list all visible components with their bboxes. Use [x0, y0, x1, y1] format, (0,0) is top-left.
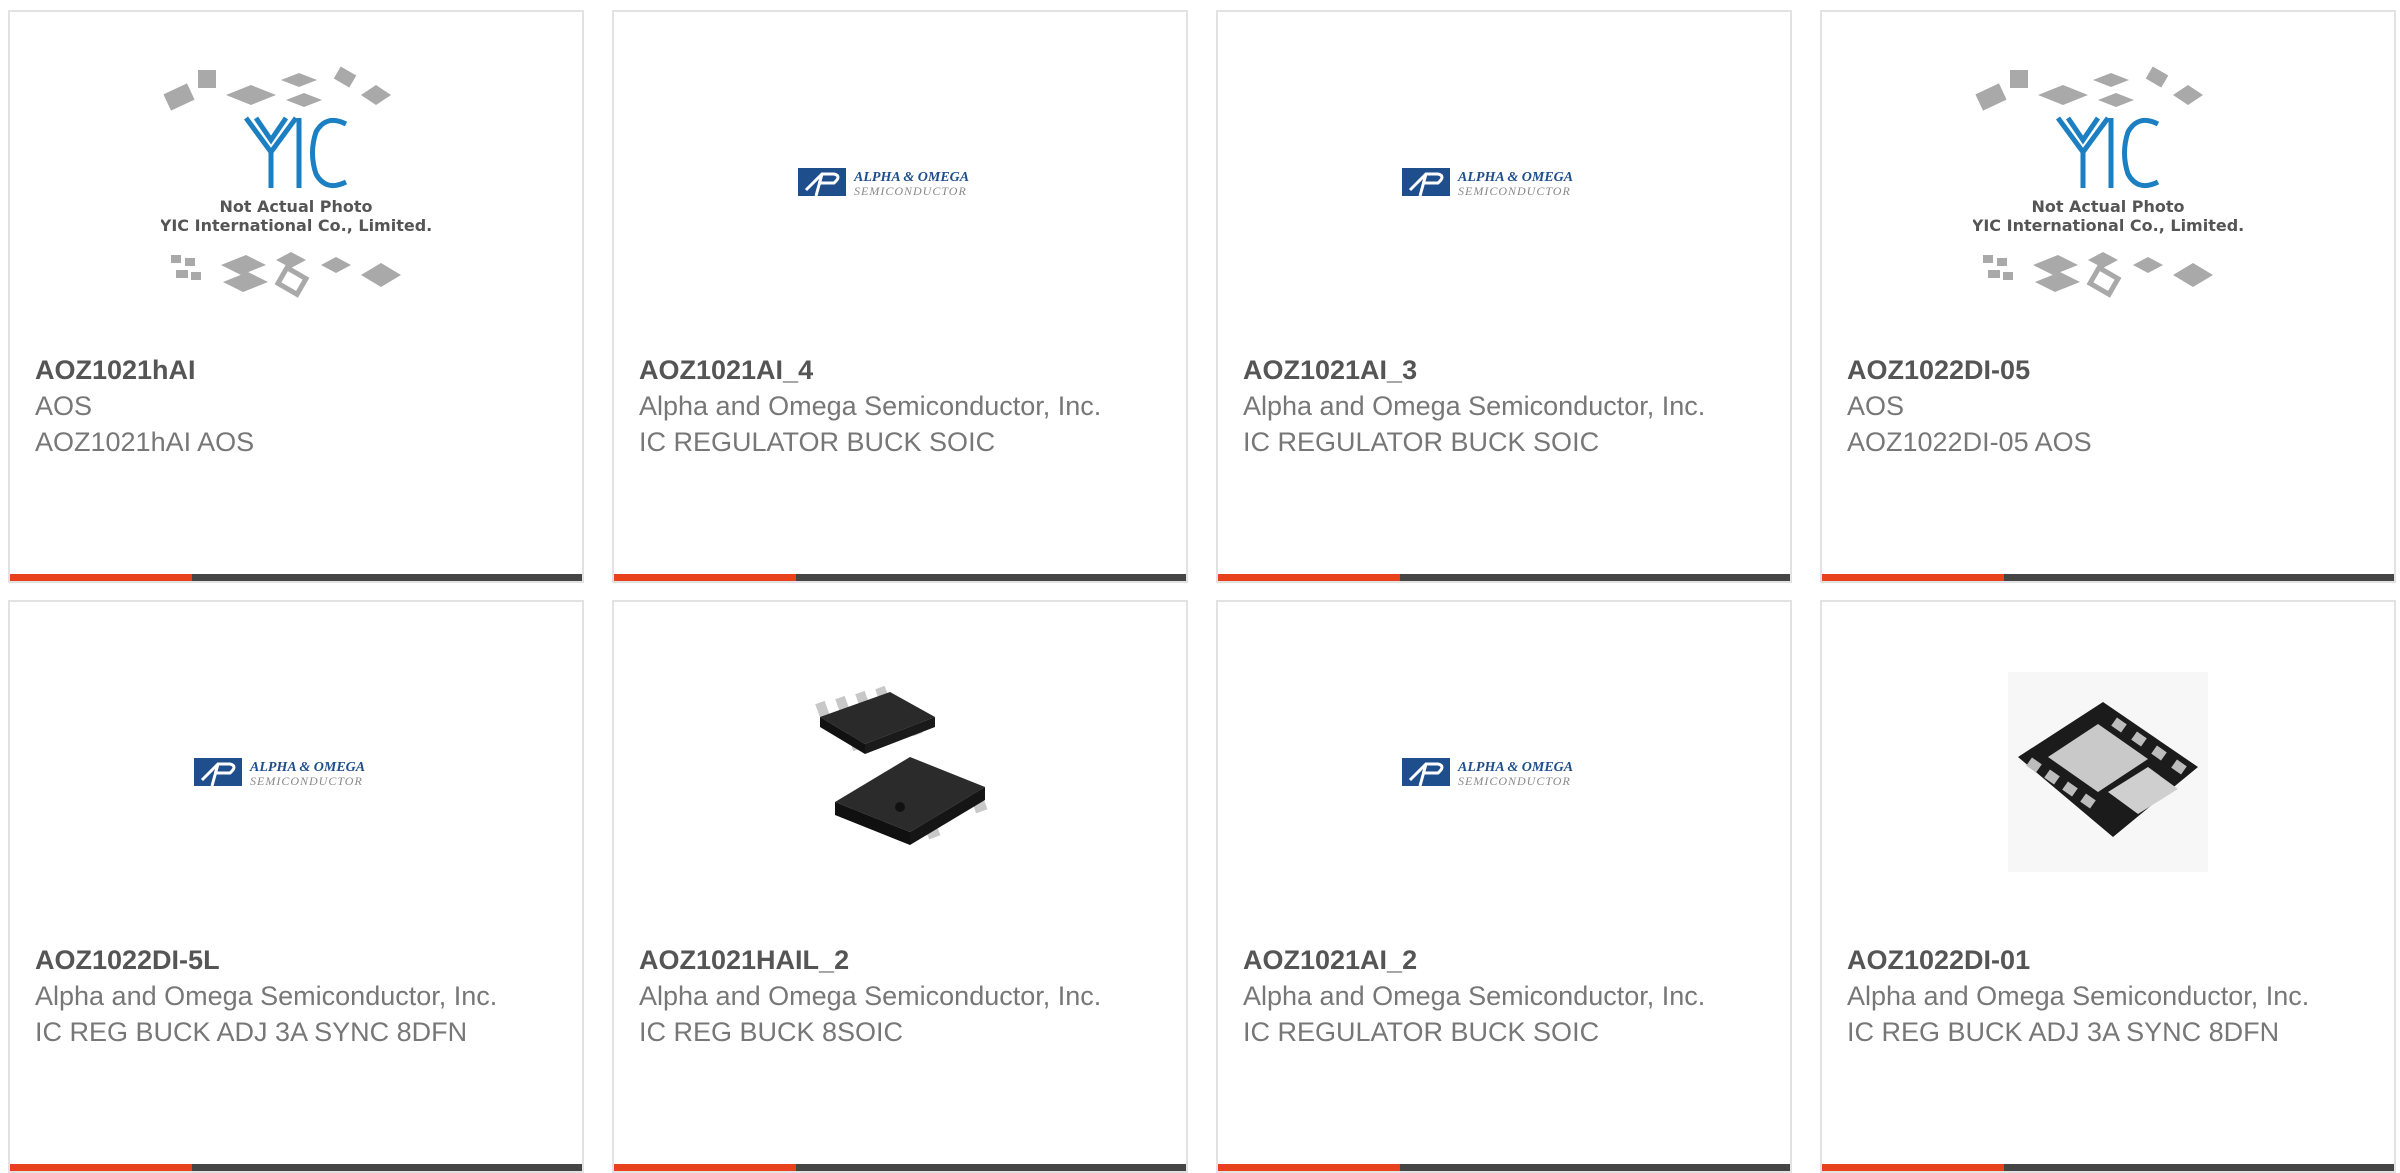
- card-bottom-bar: [10, 574, 582, 581]
- card-accent-strip: [1822, 1164, 2004, 1171]
- part-number-link[interactable]: AOZ1021hAI: [35, 352, 562, 388]
- product-card[interactable]: ALPHA & OMEGA SEMICONDUCTOR AOZ1021AI_2 A…: [1216, 600, 1792, 1173]
- card-accent-strip: [10, 1164, 192, 1171]
- not-actual-photo-placeholder: Not Actual Photo YIC International Co., …: [161, 65, 431, 298]
- product-card[interactable]: ALPHA & OMEGA SEMICONDUCTOR AOZ1021AI_4 A…: [612, 10, 1188, 583]
- svg-text:ALPHA & OMEGA: ALPHA & OMEGA: [1457, 170, 1573, 185]
- alpha-omega-logo: ALPHA & OMEGA SEMICONDUCTOR: [797, 168, 969, 198]
- product-description: IC REGULATOR BUCK SOIC: [1243, 1017, 1600, 1047]
- card-bottom-bar: [1218, 1164, 1790, 1171]
- product-image[interactable]: ALPHA & OMEGA SEMICONDUCTOR: [1218, 602, 1790, 942]
- manufacturer-name: Alpha and Omega Semiconductor, Inc.: [639, 981, 1102, 1011]
- card-bottom-bar: [614, 574, 1186, 581]
- product-card[interactable]: Not Actual Photo YIC International Co., …: [1820, 10, 2396, 583]
- card-bottom-bar: [1822, 1164, 2394, 1171]
- card-accent-strip: [614, 574, 796, 581]
- svg-text:SEMICONDUCTOR: SEMICONDUCTOR: [250, 774, 363, 788]
- manufacturer-name: AOS: [1847, 391, 1905, 421]
- product-grid: Not Actual Photo YIC International Co., …: [0, 0, 2400, 1173]
- product-description: AOZ1021hAI AOS: [35, 427, 255, 457]
- svg-text:ALPHA & OMEGA: ALPHA & OMEGA: [1457, 760, 1573, 775]
- card-accent-strip: [1218, 1164, 1400, 1171]
- product-image[interactable]: ALPHA & OMEGA SEMICONDUCTOR: [10, 602, 582, 942]
- alpha-omega-logo: ALPHA & OMEGA SEMICONDUCTOR: [1401, 758, 1573, 788]
- product-info: AOZ1021hAI AOS AOZ1021hAI AOS: [35, 352, 562, 460]
- alpha-omega-logo: ALPHA & OMEGA SEMICONDUCTOR: [1401, 168, 1573, 198]
- placeholder-caption-2: YIC International Co., Limited.: [161, 216, 431, 235]
- svg-text:SEMICONDUCTOR: SEMICONDUCTOR: [1458, 184, 1571, 198]
- part-number-link[interactable]: AOZ1022DI-01: [1847, 942, 2374, 978]
- placeholder-caption-1: Not Actual Photo: [219, 197, 372, 216]
- card-accent-strip: [1218, 574, 1400, 581]
- not-actual-photo-placeholder: Not Actual Photo YIC International Co., …: [1973, 65, 2243, 298]
- card-accent-strip: [1822, 574, 2004, 581]
- product-card[interactable]: AOZ1022DI-01 Alpha and Omega Semiconducto…: [1820, 600, 2396, 1173]
- manufacturer-name: Alpha and Omega Semiconductor, Inc.: [1847, 981, 2310, 1011]
- product-info: AOZ1022DI-5L Alpha and Omega Semiconducto…: [35, 942, 562, 1050]
- svg-text:SEMICONDUCTOR: SEMICONDUCTOR: [1458, 774, 1571, 788]
- product-description: IC REGULATOR BUCK SOIC: [639, 427, 996, 457]
- product-image[interactable]: Not Actual Photo YIC International Co., …: [1822, 12, 2394, 352]
- manufacturer-name: Alpha and Omega Semiconductor, Inc.: [639, 391, 1102, 421]
- part-number-link[interactable]: AOZ1021HAIL_2: [639, 942, 1166, 978]
- alpha-omega-logo: ALPHA & OMEGA SEMICONDUCTOR: [193, 758, 365, 788]
- part-number-link[interactable]: AOZ1021AI_2: [1243, 942, 1770, 978]
- product-description: IC REG BUCK ADJ 3A SYNC 8DFN: [1847, 1017, 2280, 1047]
- product-image[interactable]: Not Actual Photo YIC International Co., …: [10, 12, 582, 352]
- product-image[interactable]: ALPHA & OMEGA SEMICONDUCTOR: [614, 12, 1186, 352]
- placeholder-caption-2: YIC International Co., Limited.: [1973, 216, 2243, 235]
- product-info: AOZ1022DI-05 AOS AOZ1022DI-05 AOS: [1847, 352, 2374, 460]
- part-number-link[interactable]: AOZ1022DI-5L: [35, 942, 562, 978]
- product-card[interactable]: Not Actual Photo YIC International Co., …: [8, 10, 584, 583]
- card-bottom-bar: [614, 1164, 1186, 1171]
- product-card[interactable]: AOZ1021HAIL_2 Alpha and Omega Semiconduct…: [612, 600, 1188, 1173]
- placeholder-caption-1: Not Actual Photo: [2031, 197, 2184, 216]
- product-info: AOZ1022DI-01 Alpha and Omega Semiconducto…: [1847, 942, 2374, 1050]
- product-image[interactable]: [614, 602, 1186, 942]
- svg-text:ALPHA & OMEGA: ALPHA & OMEGA: [853, 170, 969, 185]
- part-number-link[interactable]: AOZ1022DI-05: [1847, 352, 2374, 388]
- manufacturer-name: Alpha and Omega Semiconductor, Inc.: [35, 981, 498, 1011]
- product-card[interactable]: ALPHA & OMEGA SEMICONDUCTOR AOZ1022DI-5L…: [8, 600, 584, 1173]
- svg-text:ALPHA & OMEGA: ALPHA & OMEGA: [249, 760, 365, 775]
- product-image[interactable]: [1822, 602, 2394, 942]
- product-image[interactable]: ALPHA & OMEGA SEMICONDUCTOR: [1218, 12, 1790, 352]
- product-card[interactable]: ALPHA & OMEGA SEMICONDUCTOR AOZ1021AI_3 A…: [1216, 10, 1792, 583]
- manufacturer-name: AOS: [35, 391, 93, 421]
- dfn8-chip-photo: [2008, 672, 2208, 872]
- product-description: AOZ1022DI-05 AOS: [1847, 427, 2092, 457]
- card-bottom-bar: [10, 1164, 582, 1171]
- product-description: IC REGULATOR BUCK SOIC: [1243, 427, 1600, 457]
- manufacturer-name: Alpha and Omega Semiconductor, Inc.: [1243, 391, 1706, 421]
- soic8-chip-photo: [815, 685, 988, 845]
- product-description: IC REG BUCK 8SOIC: [639, 1017, 904, 1047]
- product-description: IC REG BUCK ADJ 3A SYNC 8DFN: [35, 1017, 468, 1047]
- product-info: AOZ1021AI_4 Alpha and Omega Semiconductor…: [639, 352, 1166, 460]
- svg-text:SEMICONDUCTOR: SEMICONDUCTOR: [854, 184, 967, 198]
- manufacturer-name: Alpha and Omega Semiconductor, Inc.: [1243, 981, 1706, 1011]
- product-info: AOZ1021AI_3 Alpha and Omega Semiconductor…: [1243, 352, 1770, 460]
- card-accent-strip: [614, 1164, 796, 1171]
- card-bottom-bar: [1218, 574, 1790, 581]
- card-accent-strip: [10, 574, 192, 581]
- card-bottom-bar: [1822, 574, 2394, 581]
- product-info: AOZ1021AI_2 Alpha and Omega Semiconductor…: [1243, 942, 1770, 1050]
- product-info: AOZ1021HAIL_2 Alpha and Omega Semiconduct…: [639, 942, 1166, 1050]
- part-number-link[interactable]: AOZ1021AI_3: [1243, 352, 1770, 388]
- part-number-link[interactable]: AOZ1021AI_4: [639, 352, 1166, 388]
